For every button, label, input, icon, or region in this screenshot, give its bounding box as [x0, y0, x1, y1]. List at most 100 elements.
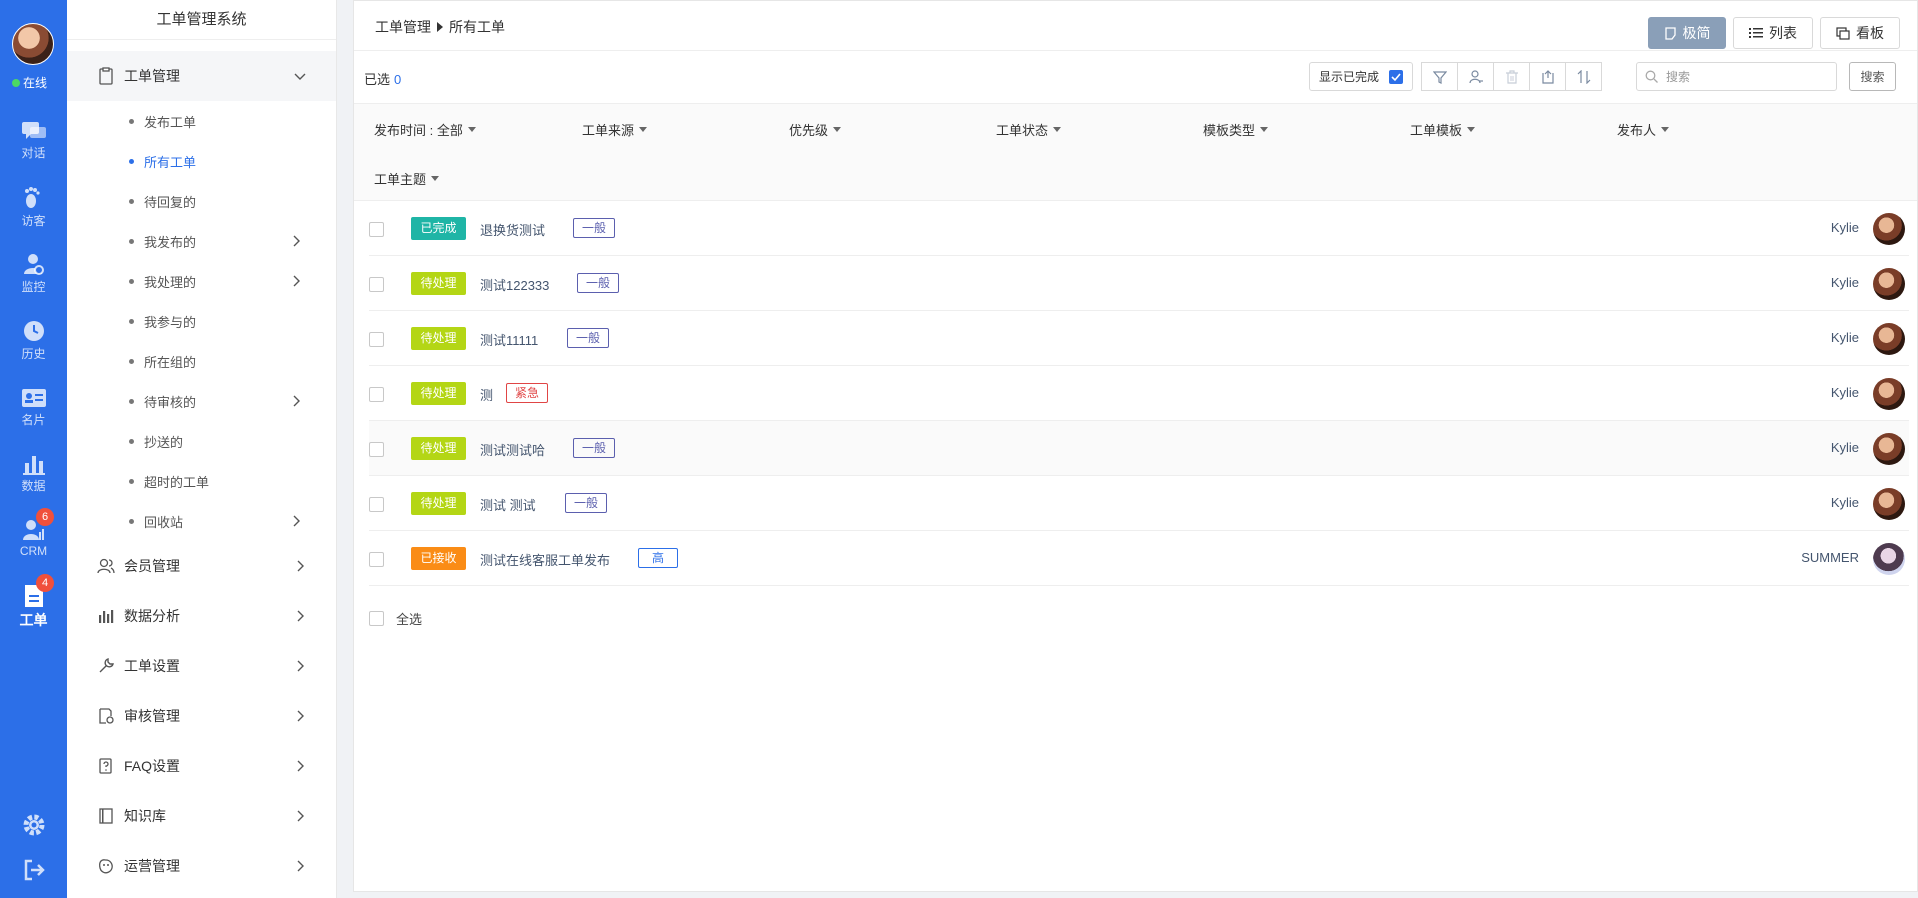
ticket-subject[interactable]: 测试在线客服工单发布 — [480, 550, 610, 569]
breadcrumb-root[interactable]: 工单管理 — [375, 17, 431, 37]
filter-priority[interactable]: 优先级 — [789, 120, 842, 139]
rail-item-crm[interactable]: 6 CRM — [0, 508, 67, 558]
menu-item-label: 我参与的 — [144, 314, 197, 330]
row-checkbox[interactable] — [369, 332, 384, 347]
audit-icon — [99, 708, 114, 724]
rail-item-visitors[interactable]: 访客 — [0, 186, 67, 229]
select-all-checkbox[interactable] — [369, 611, 384, 626]
crm-badge: 6 — [36, 508, 54, 526]
menu-item-my-group[interactable]: 所在组的 — [67, 341, 336, 381]
ticket-subject[interactable]: 退换货测试 — [480, 220, 545, 239]
filter-publish-time[interactable]: 发布时间 : 全部 — [374, 120, 476, 139]
status-badge: 待处理 — [411, 327, 466, 350]
row-checkbox[interactable] — [369, 387, 384, 402]
filter-template-type[interactable]: 模板类型 — [1203, 120, 1269, 139]
rail-item-monitor[interactable]: 监控 — [0, 252, 67, 295]
menu-group-knowledge-base[interactable]: 知识库 — [67, 791, 336, 841]
rail-item-cards[interactable]: 名片 — [0, 387, 67, 428]
menu-item-pending-review[interactable]: 待审核的 — [67, 381, 336, 421]
logout-button[interactable] — [0, 858, 67, 884]
breadcrumb: 工单管理 所有工单 — [375, 17, 505, 37]
ticket-subject[interactable]: 测试11111 — [480, 330, 538, 349]
menu-group-members[interactable]: 会员管理 — [67, 541, 336, 591]
rail-item-data[interactable]: 数据 — [0, 453, 67, 494]
filter-label: 工单模板 — [1410, 123, 1463, 138]
sort-button[interactable] — [1565, 62, 1602, 91]
menu-group-ticket-settings[interactable]: 工单设置 — [67, 641, 336, 691]
menu-group-operations[interactable]: 运营管理 — [67, 841, 336, 891]
menu-item-recycle-bin[interactable]: 回收站 — [67, 501, 336, 541]
menu-item-pending-reply[interactable]: 待回复的 — [67, 181, 336, 221]
search-input[interactable] — [1666, 69, 1826, 84]
ticket-subject[interactable]: 测试测试哈 — [480, 440, 545, 459]
icon-rail: 在线 对话 访客 监控 历史 名片 数据 6 CRM 4 工单 — [0, 0, 67, 898]
table-row[interactable]: 已完成 退换货测试 一般 Kylie — [369, 201, 1909, 256]
row-checkbox[interactable] — [369, 222, 384, 237]
table-row[interactable]: 待处理 测试122333 一般 Kylie — [369, 256, 1909, 311]
filter-ticket-source[interactable]: 工单来源 — [582, 120, 648, 139]
user-avatar[interactable] — [12, 23, 54, 65]
assign-button[interactable] — [1457, 62, 1494, 91]
row-checkbox[interactable] — [369, 277, 384, 292]
menu-item-my-participated[interactable]: 我参与的 — [67, 301, 336, 341]
menu-item-all-tickets[interactable]: 所有工单 — [67, 141, 336, 181]
table-row[interactable]: 待处理 测试 测试 一般 Kylie — [369, 476, 1909, 531]
filter-publisher[interactable]: 发布人 — [1617, 120, 1670, 139]
rail-item-label: 数据 — [21, 479, 46, 493]
menu-item-label: 所在组的 — [144, 354, 197, 370]
filter-label: 发布时间 : 全部 — [374, 123, 463, 138]
menu-item-overdue[interactable]: 超时的工单 — [67, 461, 336, 501]
settings-button[interactable] — [0, 813, 67, 839]
filter-button[interactable] — [1421, 62, 1458, 91]
bullet — [129, 478, 134, 484]
rail-item-tickets[interactable]: 4 工单 — [0, 574, 67, 630]
delete-button[interactable] — [1493, 62, 1530, 91]
show-completed-checkbox[interactable] — [1389, 70, 1403, 84]
ticket-subject[interactable]: 测 — [480, 385, 493, 404]
publisher-name: SUMMER — [1801, 550, 1859, 565]
row-checkbox[interactable] — [369, 497, 384, 512]
table-row[interactable]: 已接收 测试在线客服工单发布 高 SUMMER — [369, 531, 1909, 586]
filter-ticket-subject[interactable]: 工单主题 — [374, 169, 440, 188]
top-bar: 工单管理 所有工单 极简 列表 看板 — [354, 1, 1917, 51]
filter-ticket-template[interactable]: 工单模板 — [1410, 120, 1476, 139]
list-icon — [1749, 28, 1763, 38]
online-status[interactable]: 在线 — [12, 74, 47, 91]
row-checkbox[interactable] — [369, 442, 384, 457]
menu-item-label: 抄送的 — [144, 434, 184, 450]
menu-item-my-published[interactable]: 我发布的 — [67, 221, 336, 261]
filter-ticket-status[interactable]: 工单状态 — [996, 120, 1062, 139]
select-all[interactable]: 全选 — [369, 609, 422, 628]
menu-group-faq[interactable]: FAQ设置 — [67, 741, 336, 791]
view-board-button[interactable]: 看板 — [1820, 17, 1900, 49]
ticket-subject[interactable]: 测试 测试 — [480, 495, 536, 514]
table-row[interactable]: 待处理 测试11111 一般 Kylie — [369, 311, 1909, 366]
menu-group-label: 数据分析 — [124, 608, 180, 624]
id-card-icon — [21, 389, 46, 407]
rail-item-history[interactable]: 历史 — [0, 319, 67, 362]
view-list-button[interactable]: 列表 — [1733, 17, 1813, 49]
menu-group-label: 审核管理 — [124, 708, 180, 724]
menu-item-my-handled[interactable]: 我处理的 — [67, 261, 336, 301]
rail-item-chat[interactable]: 对话 — [0, 120, 67, 161]
search-button[interactable]: 搜索 — [1849, 62, 1896, 91]
logout-icon — [24, 859, 45, 881]
ticket-subject[interactable]: 测试122333 — [480, 275, 549, 294]
menu-group-ticket-management[interactable]: 工单管理 — [67, 51, 336, 101]
row-checkbox[interactable] — [369, 552, 384, 567]
menu-group-audit[interactable]: 审核管理 — [67, 691, 336, 741]
table-row[interactable]: 待处理 测试测试哈 一般 Kylie — [369, 421, 1909, 476]
menu-item-cc[interactable]: 抄送的 — [67, 421, 336, 461]
show-completed-toggle[interactable]: 显示已完成 — [1309, 62, 1413, 91]
view-simple-button[interactable]: 极简 — [1648, 17, 1726, 49]
view-simple-label: 极简 — [1682, 25, 1711, 41]
breadcrumb-current: 所有工单 — [449, 19, 505, 35]
caret-down-icon — [431, 176, 440, 181]
export-button[interactable] — [1529, 62, 1566, 91]
wrench-icon — [99, 658, 114, 673]
search-box[interactable] — [1636, 62, 1837, 91]
table-row[interactable]: 待处理 测 紧急 Kylie — [369, 366, 1909, 421]
menu-group-analytics[interactable]: 数据分析 — [67, 591, 336, 641]
caret-down-icon — [1661, 127, 1670, 132]
menu-item-publish-ticket[interactable]: 发布工单 — [67, 101, 336, 141]
